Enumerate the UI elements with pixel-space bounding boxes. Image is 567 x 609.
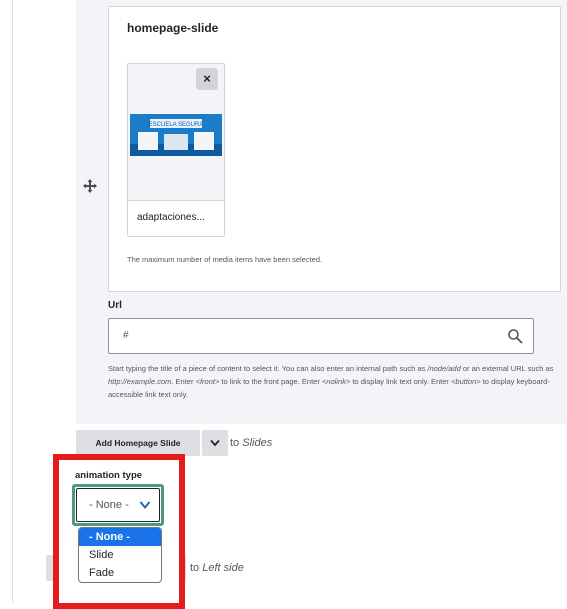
remove-media-button[interactable]: × bbox=[196, 68, 218, 90]
animation-type-options: - None - Slide Fade bbox=[78, 527, 162, 583]
url-field-label: Url bbox=[108, 300, 122, 311]
media-item-name: adaptaciones... bbox=[128, 200, 224, 236]
search-icon bbox=[508, 329, 523, 344]
add-homepage-slide-button[interactable]: Add Homepage Slide bbox=[76, 430, 200, 456]
chevron-down-icon bbox=[139, 501, 151, 509]
media-library-widget: homepage-slide × ESCUELA SEGURA adaptaci… bbox=[108, 6, 561, 292]
media-thumbnail: ESCUELA SEGURA bbox=[130, 114, 222, 156]
add-left-target: to Left side bbox=[190, 562, 244, 574]
animation-type-label: animation type bbox=[75, 470, 143, 481]
media-limit-message: The maximum number of media items have b… bbox=[127, 255, 323, 264]
thumbnail-caption: ESCUELA SEGURA bbox=[149, 122, 204, 128]
drag-handle-icon[interactable] bbox=[82, 178, 98, 194]
media-item-card: × ESCUELA SEGURA adaptaciones... bbox=[127, 63, 225, 237]
add-slide-target: to Slides bbox=[230, 437, 273, 449]
select-current-value: - None - bbox=[89, 499, 129, 511]
option-none[interactable]: - None - bbox=[79, 528, 161, 546]
animation-type-select[interactable]: - None - bbox=[76, 488, 160, 522]
add-slide-dropdown-toggle[interactable] bbox=[202, 430, 228, 456]
left-border bbox=[12, 0, 13, 603]
url-field-help: Start typing the title of a piece of con… bbox=[108, 364, 554, 399]
option-slide[interactable]: Slide bbox=[79, 546, 161, 564]
media-widget-title: homepage-slide bbox=[127, 21, 219, 35]
option-fade[interactable]: Fade bbox=[79, 564, 161, 582]
url-input[interactable]: # bbox=[108, 318, 534, 354]
url-input-value: # bbox=[123, 330, 129, 341]
chevron-down-icon bbox=[210, 439, 220, 447]
